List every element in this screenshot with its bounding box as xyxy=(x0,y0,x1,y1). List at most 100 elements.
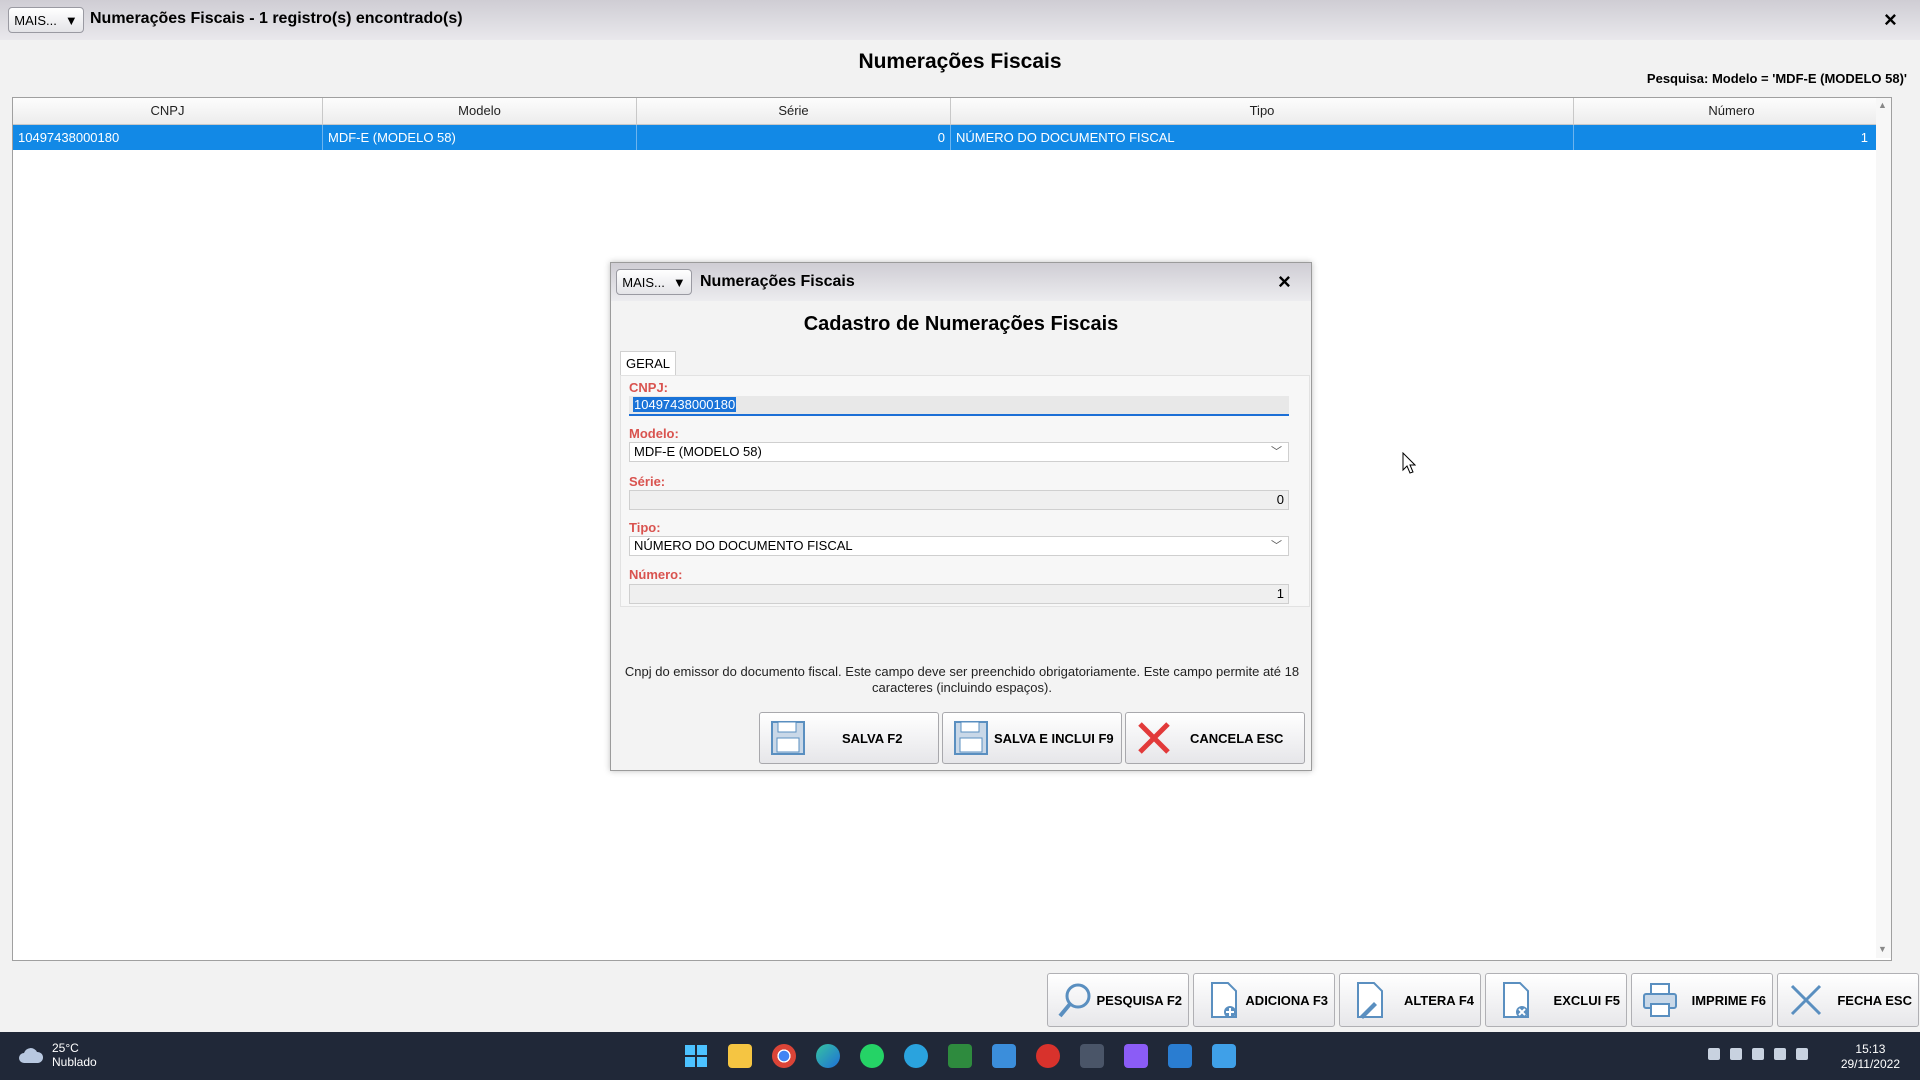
serie-field[interactable]: 0 xyxy=(629,490,1289,510)
telegram-icon[interactable] xyxy=(904,1044,928,1068)
app-gear-icon[interactable] xyxy=(1080,1044,1104,1068)
exclui-label: EXCLUI F5 xyxy=(1553,992,1620,1008)
weather-status: Nublado xyxy=(52,1055,97,1069)
mouse-cursor-icon xyxy=(1402,452,1416,474)
modelo-label: Modelo: xyxy=(629,426,679,441)
tab-geral[interactable]: GERAL xyxy=(620,351,676,376)
clock-date: 29/11/2022 xyxy=(1840,1057,1900,1071)
delete-document-icon xyxy=(1503,982,1529,1018)
cell-modelo: MDF-E (MODELO 58) xyxy=(323,125,637,150)
clock[interactable]: 15:13 29/11/2022 xyxy=(1841,1042,1900,1072)
dialog-heading: Cadastro de Numerações Fiscais xyxy=(803,313,1119,335)
mail-icon[interactable] xyxy=(992,1044,1016,1068)
windows-start-icon[interactable] xyxy=(684,1044,708,1068)
chrome-icon[interactable] xyxy=(772,1044,796,1068)
cell-tipo: NÚMERO DO DOCUMENTO FISCAL xyxy=(951,125,1574,150)
dialog-close-icon[interactable]: × xyxy=(1278,271,1291,293)
system-tray[interactable] xyxy=(1708,1048,1808,1060)
edge-icon[interactable] xyxy=(816,1044,840,1068)
column-header-serie[interactable]: Série xyxy=(637,98,951,124)
salva-label: SALVA F2 xyxy=(842,730,903,746)
altera-label: ALTERA F4 xyxy=(1403,992,1474,1008)
modelo-value: MDF-E (MODELO 58) xyxy=(634,444,762,459)
form-panel: CNPJ: 10497438000180 Modelo: MDF-E (MODE… xyxy=(620,375,1310,607)
scroll-down-icon[interactable]: ▼ xyxy=(1878,944,1887,954)
tipo-select[interactable]: NÚMERO DO DOCUMENTO FISCAL ﹀ xyxy=(629,536,1289,556)
dialog-title: Numerações Fiscais xyxy=(700,273,855,290)
chevron-down-icon[interactable]: ﹀ xyxy=(1271,537,1282,555)
title-bar: MAIS... ▼ Numerações Fiscais - 1 registr… xyxy=(0,0,1920,40)
vertical-scrollbar[interactable]: ▲ ▼ xyxy=(1876,98,1891,958)
tray-battery-icon[interactable] xyxy=(1752,1048,1764,1060)
help-line-2: caracteres (incluindo espaços). xyxy=(872,680,1052,695)
whatsapp-icon[interactable] xyxy=(860,1044,884,1068)
table-row[interactable]: 10497438000180 MDF-E (MODELO 58) 0 NÚMER… xyxy=(13,125,1889,150)
mais-label: MAIS... xyxy=(14,12,57,28)
weather-widget[interactable]: 25°C Nublado xyxy=(18,1041,97,1069)
tipo-value: NÚMERO DO DOCUMENTO FISCAL xyxy=(634,538,853,553)
fecha-button[interactable]: FECHA ESC xyxy=(1777,973,1919,1027)
column-header-tipo[interactable]: Tipo xyxy=(951,98,1574,124)
dropdown-arrow-icon: ▼ xyxy=(64,12,78,28)
numero-label: Número: xyxy=(629,567,683,582)
dialog-title-bar: MAIS... ▼ Numerações Fiscais × xyxy=(611,263,1311,301)
serie-label: Série: xyxy=(629,474,666,489)
help-line-1: Cnpj do emissor do documento fiscal. Est… xyxy=(624,664,1300,679)
app-window-icon[interactable] xyxy=(1168,1044,1192,1068)
pesquisa-button[interactable]: PESQUISA F2 xyxy=(1047,973,1189,1027)
grid-header: CNPJ Modelo Série Tipo Número xyxy=(13,98,1889,125)
cadastro-dialog: MAIS... ▼ Numerações Fiscais × Cadastro … xyxy=(610,262,1312,771)
fecha-label: FECHA ESC xyxy=(1837,992,1912,1008)
temperature: 25°C xyxy=(52,1041,79,1055)
adiciona-label: ADICIONA F3 xyxy=(1245,992,1328,1008)
modelo-select[interactable]: MDF-E (MODELO 58) ﹀ xyxy=(629,442,1289,462)
dialog-mais-menu-button[interactable]: MAIS... ▼ xyxy=(616,269,692,295)
tray-security-icon[interactable] xyxy=(1730,1048,1742,1060)
app-red-icon[interactable] xyxy=(1036,1044,1060,1068)
pesquisa-label: PESQUISA F2 xyxy=(1096,992,1182,1008)
save-icon xyxy=(771,721,805,755)
cloud-icon xyxy=(19,1048,44,1063)
tray-volume-icon[interactable] xyxy=(1796,1048,1808,1060)
cnpj-label: CNPJ: xyxy=(629,380,669,395)
spreadsheet-icon[interactable] xyxy=(948,1044,972,1068)
notepad-icon[interactable] xyxy=(1212,1044,1236,1068)
mais-menu-button[interactable]: MAIS... ▼ xyxy=(8,7,84,33)
altera-button[interactable]: ALTERA F4 xyxy=(1339,973,1481,1027)
cnpj-field[interactable]: 10497438000180 xyxy=(629,396,1289,416)
search-info: Pesquisa: Modelo = 'MDF-E (MODELO 58)' xyxy=(1646,71,1907,86)
close-icon xyxy=(1790,984,1822,1016)
printer-icon xyxy=(1643,983,1677,1017)
taskbar: 25°C Nublado 15:13 29/11/2022 xyxy=(0,1032,1920,1080)
clock-time: 15:13 xyxy=(1855,1042,1886,1056)
scroll-up-icon[interactable]: ▲ xyxy=(1878,100,1887,110)
salva-e-inclui-button[interactable]: SALVA E INCLUI F9 xyxy=(942,712,1122,764)
salva-button[interactable]: SALVA F2 xyxy=(759,712,939,764)
dropdown-arrow-icon: ▼ xyxy=(672,274,686,290)
imprime-label: IMPRIME F6 xyxy=(1691,992,1766,1008)
chevron-down-icon[interactable]: ﹀ xyxy=(1271,443,1282,461)
file-explorer-icon[interactable] xyxy=(728,1044,752,1068)
page-title: Numerações Fiscais xyxy=(858,50,1062,73)
tray-expand-icon[interactable] xyxy=(1708,1048,1720,1060)
dialog-mais-label: MAIS... xyxy=(622,274,665,290)
exclui-button[interactable]: EXCLUI F5 xyxy=(1485,973,1627,1027)
close-icon[interactable]: × xyxy=(1884,9,1897,31)
column-header-modelo[interactable]: Modelo xyxy=(323,98,637,124)
search-icon xyxy=(1058,983,1091,1018)
cnpj-value: 10497438000180 xyxy=(633,397,737,412)
cell-cnpj: 10497438000180 xyxy=(13,125,323,150)
numero-field[interactable]: 1 xyxy=(629,584,1289,604)
app-purple-icon[interactable] xyxy=(1124,1044,1148,1068)
adiciona-button[interactable]: ADICIONA F3 xyxy=(1193,973,1335,1027)
imprime-button[interactable]: IMPRIME F6 xyxy=(1631,973,1773,1027)
cell-numero: 1 xyxy=(1860,130,1868,145)
cancela-button[interactable]: CANCELA ESC xyxy=(1125,712,1305,764)
tipo-label: Tipo: xyxy=(629,520,661,535)
column-header-cnpj[interactable]: CNPJ xyxy=(13,98,323,124)
cancela-label: CANCELA ESC xyxy=(1190,730,1284,746)
cancel-icon xyxy=(1138,722,1170,754)
column-header-numero[interactable]: Número xyxy=(1574,98,1889,124)
tray-network-icon[interactable] xyxy=(1774,1048,1786,1060)
edit-document-icon xyxy=(1357,982,1383,1019)
